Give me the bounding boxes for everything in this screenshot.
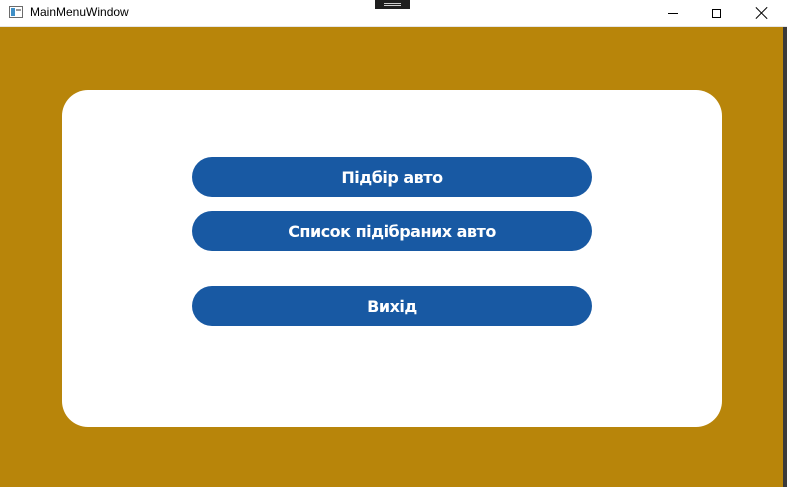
- exit-button[interactable]: Вихід: [192, 286, 592, 326]
- window-title: MainMenuWindow: [30, 5, 129, 19]
- window-content: Підбір авто Список підібраних авто Вихід: [0, 27, 787, 487]
- app-icon: [9, 6, 23, 18]
- window-edge: [783, 27, 787, 487]
- minimize-button[interactable]: [650, 0, 696, 26]
- title-bar: MainMenuWindow: [0, 0, 787, 27]
- maximize-button[interactable]: [693, 0, 739, 26]
- close-button[interactable]: [739, 0, 785, 26]
- selected-cars-list-button[interactable]: Список підібраних авто: [192, 211, 592, 251]
- main-menu-card: Підбір авто Список підібраних авто Вихід: [62, 90, 722, 427]
- maximize-icon: [711, 8, 721, 18]
- minimize-icon: [668, 12, 678, 14]
- car-selection-button[interactable]: Підбір авто: [192, 157, 592, 197]
- close-icon: [756, 7, 768, 19]
- drag-handle[interactable]: [375, 0, 410, 9]
